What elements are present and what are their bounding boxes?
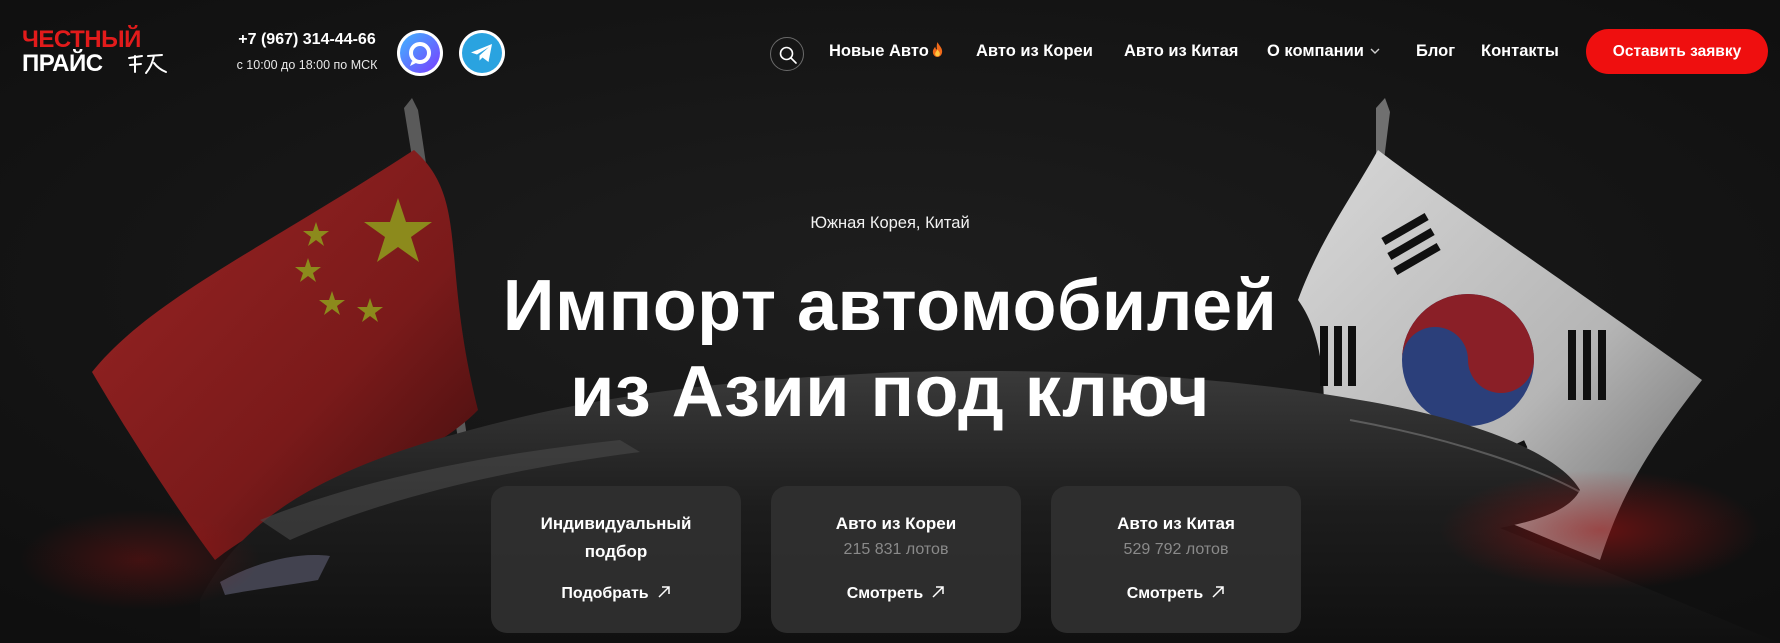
hero-headline: Импорт автомобилей из Азии под ключ	[0, 263, 1780, 435]
card-title: Авто из Китая	[1117, 514, 1235, 533]
card-cars-china[interactable]: Авто из Китая 529 792 лотов Смотреть	[1051, 486, 1301, 633]
card-link-label: Подобрать	[561, 585, 649, 602]
fire-icon	[932, 42, 942, 57]
chevron-down-icon	[1370, 48, 1380, 54]
max-messenger-link[interactable]	[397, 30, 443, 76]
card-link[interactable]: Подобрать	[491, 584, 741, 604]
working-hours: с 10:00 до 18:00 по МСК	[236, 58, 378, 72]
search-button[interactable]	[770, 37, 804, 71]
card-link-label: Смотреть	[1126, 585, 1204, 602]
nav-about[interactable]: О компании	[1267, 41, 1380, 61]
telegram-icon	[462, 33, 502, 73]
logo[interactable]: ЧЕСТНЫЙ ПРАЙС	[22, 28, 172, 78]
nav-cars-china[interactable]: Авто из Китая	[1124, 41, 1238, 61]
arrow-up-right-icon	[1212, 586, 1225, 598]
hero-headline-line2: из Азии под ключ	[570, 352, 1210, 432]
card-individual-selection[interactable]: Индивидуальный подбор Подобрать	[491, 486, 741, 633]
contact-block: +7 (967) 314-44-66 с 10:00 до 18:00 по М…	[222, 30, 392, 72]
card-link[interactable]: Смотреть	[771, 584, 1021, 604]
nav-new-cars[interactable]: Новые Авто	[829, 41, 944, 61]
hieroglyph-mark-icon	[128, 54, 167, 74]
nav-cars-korea[interactable]: Авто из Кореи	[976, 41, 1093, 61]
card-title: Авто из Кореи	[835, 514, 957, 533]
card-link-label: Смотреть	[846, 585, 924, 602]
site-header: ЧЕСТНЫЙ ПРАЙС +7 (967) 314-44-66 с 10:00…	[0, 0, 1780, 104]
hero-eyebrow: Южная Корея, Китай	[810, 214, 970, 232]
logo-text-line1: ЧЕСТНЫЙ	[22, 26, 141, 53]
nav-about-label: О компании	[1267, 42, 1364, 60]
card-title: Индивидуальный подбор	[491, 510, 741, 566]
card-link[interactable]: Смотреть	[1051, 584, 1301, 604]
nav-blog[interactable]: Блог	[1416, 41, 1455, 61]
logo-text-line2: ПРАЙС	[22, 50, 103, 77]
hero-headline-line1: Импорт автомобилей	[502, 266, 1278, 346]
nav-contacts[interactable]: Контакты	[1481, 41, 1559, 61]
leave-request-button[interactable]: Оставить заявку	[1586, 29, 1768, 74]
telegram-link[interactable]	[459, 30, 505, 76]
phone-number[interactable]: +7 (967) 314-44-66	[222, 30, 392, 50]
card-title-line2: подбор	[584, 542, 648, 561]
lots-count: 215 831 лотов	[843, 541, 949, 558]
search-icon	[779, 46, 797, 64]
card-title-line1: Индивидуальный	[540, 514, 692, 533]
card-cars-korea[interactable]: Авто из Кореи 215 831 лотов Смотреть	[771, 486, 1021, 633]
nav-new-cars-label: Новые Авто	[829, 42, 929, 60]
max-messenger-icon	[400, 33, 440, 73]
lots-count: 529 792 лотов	[1123, 541, 1229, 558]
arrow-up-right-icon	[932, 586, 945, 598]
arrow-up-right-icon	[658, 586, 670, 598]
